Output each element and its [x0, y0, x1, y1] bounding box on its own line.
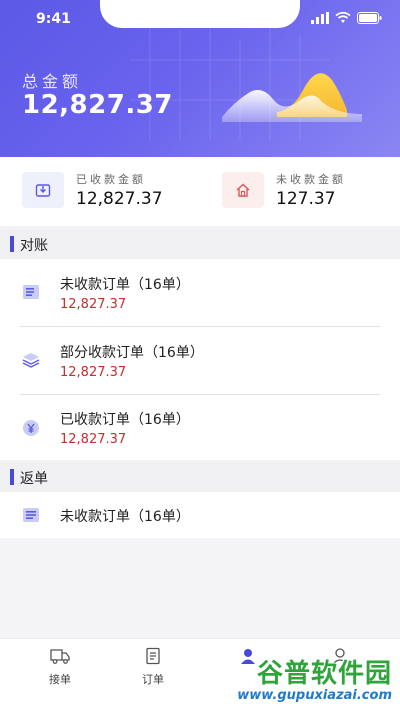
list-item-partial-orders[interactable]: 部分收款订单（16单） 12,827.37: [0, 327, 400, 394]
unreceived-amount-value: 127.37: [276, 189, 336, 209]
list-icon: [23, 285, 39, 299]
watermark-text: 谷普软件园: [256, 659, 392, 689]
yen-coin-icon: [23, 420, 39, 436]
received-amount-value: 12,827.37: [76, 189, 163, 209]
amount-summary: 已收款金额 12,827.37 未收款金额 127.37: [0, 157, 400, 226]
inbox-download-icon: [22, 172, 64, 208]
section-header-reconcile: 对账: [0, 229, 400, 259]
order-title: 未收款订单（16单）: [60, 277, 190, 293]
layers-icon: [22, 353, 40, 368]
order-title: 部分收款订单（16单）: [60, 345, 204, 361]
tab-orders[interactable]: 订单: [113, 647, 193, 687]
section-header-rebate: 返单: [0, 462, 400, 492]
received-amount-card[interactable]: 已收款金额 12,827.37: [22, 171, 163, 209]
order-title: 已收款订单（16单）: [60, 412, 190, 428]
section-title-reconcile: 对账: [20, 238, 48, 254]
wave-illustration: [222, 73, 362, 122]
document-icon: [146, 647, 160, 665]
house-icon: [222, 172, 264, 208]
order-title: 未收款订单（16单）: [60, 509, 190, 525]
tab-accept-order[interactable]: 接单: [20, 647, 100, 687]
signal-icon: [311, 12, 329, 24]
tab-label: 接单: [49, 673, 71, 686]
status-time: 9:41: [36, 11, 71, 27]
section-title-rebate: 返单: [20, 471, 48, 487]
device-notch: [100, 0, 300, 28]
rebate-list: 未收款订单（16单）: [0, 492, 400, 538]
list-item-paid-orders[interactable]: 已收款订单（16单） 12,827.37: [0, 395, 400, 460]
order-amount: 12,827.37: [60, 365, 127, 380]
wifi-icon: [335, 12, 351, 23]
received-amount-label: 已收款金额: [76, 173, 146, 186]
order-amount: 12,827.37: [60, 297, 127, 312]
list-icon: [23, 508, 39, 522]
total-amount-value: 12,827.37: [22, 90, 173, 120]
status-bar: 9:41: [0, 0, 400, 40]
list-item-rebate-unpaid-orders[interactable]: 未收款订单（16单）: [0, 492, 400, 538]
header-banner: 9:41 总金额 12,827.37: [0, 0, 400, 157]
section-marker: [10, 469, 14, 485]
tab-label: 订单: [142, 673, 164, 686]
list-item-unpaid-orders[interactable]: 未收款订单（16单） 12,827.37: [0, 259, 400, 326]
watermark: 谷普软件园 www.gupuxiazai.com: [237, 653, 392, 703]
status-icons: [311, 12, 382, 24]
total-amount-label: 总金额: [22, 72, 83, 91]
unreceived-amount-label: 未收款金额: [276, 173, 346, 186]
unreceived-amount-card[interactable]: 未收款金额 127.37: [222, 171, 346, 209]
truck-icon: [50, 649, 70, 664]
section-marker: [10, 236, 14, 252]
order-amount: 12,827.37: [60, 432, 127, 447]
reconcile-list: 未收款订单（16单） 12,827.37 部分收款订单（16单） 12,827.…: [0, 259, 400, 460]
battery-icon: [357, 12, 382, 24]
watermark-url: www.gupuxiazai.com: [237, 688, 392, 703]
